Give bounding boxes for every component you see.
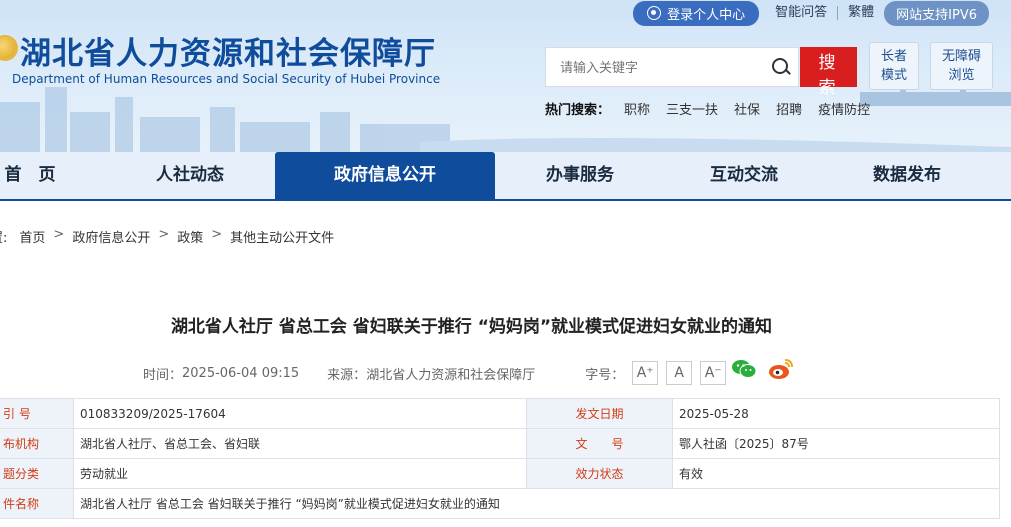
category-key: 题分类	[0, 458, 74, 489]
breadcrumb-separator: >	[53, 227, 65, 242]
doc-number-value: 鄂人社函〔2025〕87号	[672, 428, 1000, 459]
accessible-label-2: 浏览	[948, 68, 975, 83]
validity-value: 有效	[672, 458, 1000, 489]
login-label: 登录个人中心	[667, 7, 746, 23]
nav-data[interactable]: 数据发布	[857, 152, 957, 199]
breadcrumb-gov-info[interactable]: 政府信息公开	[72, 227, 150, 246]
site-header: 湖北省人力资源和社会保障厅 Department of Human Resour…	[0, 0, 1011, 152]
hot-search-item[interactable]: 三支一扶	[666, 99, 718, 118]
breadcrumb-current[interactable]: 其他主动公开文件	[230, 227, 334, 246]
elder-mode-button[interactable]: 长者 模式	[869, 42, 919, 90]
search-box	[545, 47, 799, 88]
source-value: 湖北省人力资源和社会保障厅	[366, 367, 536, 383]
hot-search-item[interactable]: 疫情防控	[818, 99, 870, 118]
table-row: 引 号 010833209/2025-17604 发文日期 2025-05-28	[0, 398, 1000, 429]
breadcrumb-home[interactable]: 首页	[19, 227, 45, 246]
issue-date-value: 2025-05-28	[672, 398, 1000, 429]
smart-qa-link[interactable]: 智能问答	[765, 6, 839, 20]
hot-search: 热门搜索： 职称 三支一扶 社保 招聘 疫情防控	[545, 99, 870, 118]
hot-search-item[interactable]: 招聘	[776, 99, 802, 118]
breadcrumb: 置: 首页 > 政府信息公开 > 政策 > 其他主动公开文件	[0, 227, 334, 246]
category-value: 劳动就业	[73, 458, 527, 489]
main-nav: 首 页 人社动态 政府信息公开 办事服务 互动交流 数据发布	[0, 152, 1011, 201]
doc-name-value: 湖北省人社厅 省总工会 省妇联关于推行 “妈妈岗”就业模式促进妇女就业的通知	[73, 488, 1000, 519]
breadcrumb-policy[interactable]: 政策	[177, 227, 203, 246]
nav-news[interactable]: 人社动态	[140, 152, 240, 199]
breadcrumb-prefix: 置:	[0, 231, 8, 246]
table-row: 布机构 湖北省人社厅、省总工会、省妇联 文 号 鄂人社函〔2025〕87号	[0, 428, 1000, 459]
article-title: 湖北省人社厅 省总工会 省妇联关于推行 “妈妈岗”就业模式促进妇女就业的通知	[170, 317, 773, 337]
search-input[interactable]	[546, 48, 772, 88]
font-decrease-button[interactable]: A⁻	[700, 361, 727, 385]
accessible-browse-button[interactable]: 无障碍 浏览	[930, 42, 993, 90]
time-label: 时间：	[143, 367, 183, 383]
top-links-bar: 登录个人中心 智能问答 繁體 网站支持IPV6	[633, 0, 989, 26]
nav-interaction[interactable]: 互动交流	[694, 152, 794, 199]
nav-home[interactable]: 首 页	[0, 152, 60, 199]
hot-search-label: 热门搜索：	[545, 103, 611, 118]
elder-mode-label-2: 模式	[880, 68, 907, 83]
doc-number-key: 文 号	[526, 428, 673, 459]
breadcrumb-separator: >	[211, 227, 223, 242]
font-increase-button[interactable]: A⁺	[632, 361, 659, 385]
wechat-icon[interactable]	[731, 358, 757, 380]
login-button[interactable]: 登录个人中心	[633, 0, 760, 26]
ipv6-badge: 网站支持IPV6	[884, 0, 989, 26]
publisher-value: 湖北省人社厅、省总工会、省妇联	[73, 428, 527, 459]
publisher-key: 布机构	[0, 428, 74, 459]
user-circle-icon	[647, 6, 662, 20]
article-meta: 时间： 2025-06-04 09:15 来源： 湖北省人力资源和社会保障厅 字…	[143, 361, 727, 385]
font-reset-button[interactable]: A	[666, 361, 693, 385]
site-title: 湖北省人力资源和社会保障厅	[20, 36, 436, 72]
provincial-emblem-icon	[0, 37, 16, 59]
hot-search-item[interactable]: 职称	[624, 99, 650, 118]
search-icon[interactable]	[772, 58, 788, 74]
nav-gov-info[interactable]: 政府信息公开	[275, 152, 495, 199]
elder-mode-label-1: 长者	[880, 49, 907, 64]
breadcrumb-separator: >	[158, 227, 170, 242]
issue-date-key: 发文日期	[526, 398, 673, 429]
traditional-chinese-link[interactable]: 繁體	[838, 6, 884, 20]
hot-search-item[interactable]: 社保	[734, 99, 760, 118]
index-no-value: 010833209/2025-17604	[73, 398, 527, 429]
index-no-key: 引 号	[0, 398, 74, 429]
doc-name-key: 件名称	[0, 488, 74, 519]
document-info-table: 引 号 010833209/2025-17604 发文日期 2025-05-28…	[0, 398, 1000, 519]
weibo-icon[interactable]	[768, 358, 794, 380]
source-label: 来源：	[327, 367, 367, 383]
publish-time: 2025-06-04 09:15	[182, 365, 300, 381]
nav-services[interactable]: 办事服务	[530, 152, 630, 199]
search-button[interactable]: 搜 索	[800, 47, 857, 98]
table-row: 件名称 湖北省人社厅 省总工会 省妇联关于推行 “妈妈岗”就业模式促进妇女就业的…	[0, 488, 1000, 519]
validity-key: 效力状态	[526, 458, 673, 489]
table-row: 题分类 劳动就业 效力状态 有效	[0, 458, 1000, 489]
accessible-label-1: 无障碍	[941, 49, 981, 64]
site-subtitle: Department of Human Resources and Social…	[12, 72, 441, 86]
font-size-label: 字号：	[585, 367, 625, 383]
